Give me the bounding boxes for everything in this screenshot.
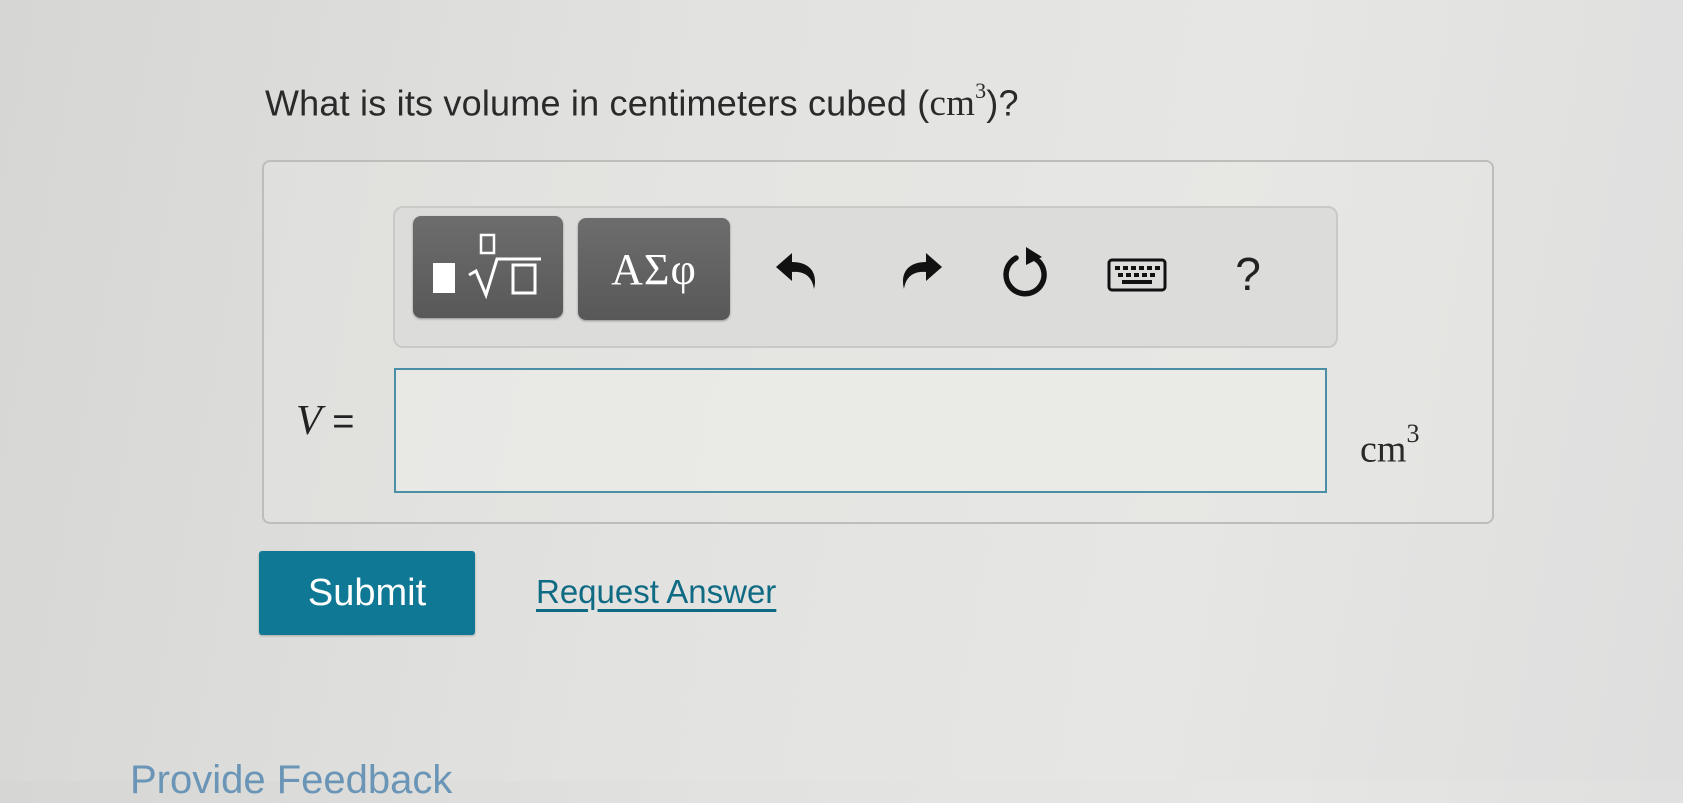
reset-icon xyxy=(998,245,1054,306)
redo-icon xyxy=(896,249,944,298)
submit-button[interactable]: Submit xyxy=(259,551,475,635)
reset-button[interactable] xyxy=(994,243,1058,307)
answer-unit: cm3 xyxy=(1360,419,1420,471)
fraction-sqrt-template-icon xyxy=(429,229,547,306)
variable-label: V = xyxy=(296,397,354,445)
question-suffix: )? xyxy=(986,82,1019,124)
answer-input[interactable] xyxy=(394,368,1327,493)
request-answer-link[interactable]: Request Answer xyxy=(536,573,776,611)
help-label: ? xyxy=(1235,248,1261,300)
help-button[interactable]: ? xyxy=(1228,246,1268,302)
keyboard-icon xyxy=(1107,257,1167,298)
redo-button[interactable] xyxy=(890,243,950,303)
equals-sign: = xyxy=(332,401,355,443)
undo-icon xyxy=(774,249,822,298)
question-prefix: What is its volume in centimeters cubed … xyxy=(265,82,930,124)
symbols-button[interactable]: ΑΣφ xyxy=(578,218,730,320)
keyboard-button[interactable] xyxy=(1105,254,1169,300)
templates-button[interactable] xyxy=(413,216,563,318)
question-text: What is its volume in centimeters cubed … xyxy=(265,78,1019,125)
greek-symbols-label: ΑΣφ xyxy=(611,244,697,294)
question-unit: cm3 xyxy=(929,78,987,125)
undo-button[interactable] xyxy=(768,243,828,303)
variable-name: V xyxy=(296,398,322,444)
